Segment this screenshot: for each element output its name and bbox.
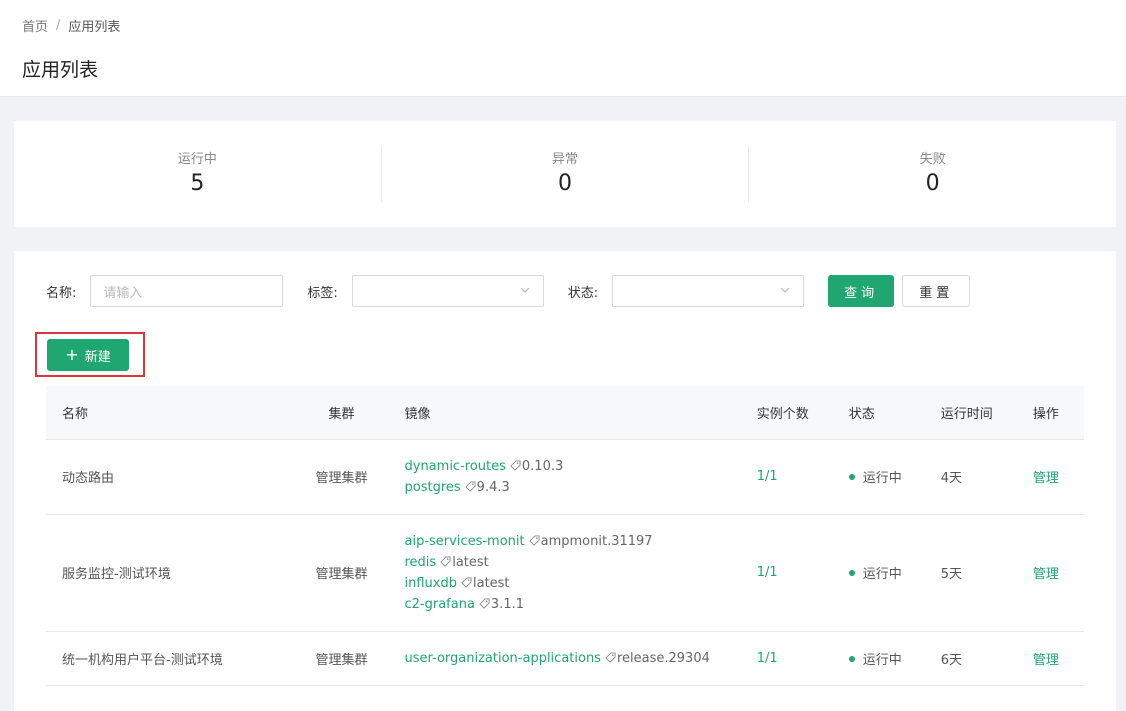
table-header-row: 名称 集群 镜像 实例个数 状态 运行时间 操作 — [46, 386, 1084, 440]
status-text: 运行中 — [862, 652, 902, 668]
tag-filter-select[interactable] — [351, 275, 544, 307]
app-cluster: 管理集群 — [297, 631, 386, 686]
app-table: 名称 集群 镜像 实例个数 状态 运行时间 操作 动态路由 管理集群 dynam… — [46, 386, 1084, 686]
app-images: dynamic-routes 0.10.3 postgres 9.4.3 — [385, 439, 757, 515]
app-status: 运行中 — [848, 514, 941, 632]
col-status-header: 状态 — [848, 386, 941, 440]
chevron-down-icon — [780, 287, 790, 293]
app-status: 运行中 — [848, 439, 941, 515]
image-link[interactable]: c2-grafana — [405, 597, 475, 612]
image-link[interactable]: influxdb — [405, 576, 457, 591]
instance-count[interactable]: 1/1 — [757, 651, 778, 666]
stat-value: 0 — [558, 171, 572, 196]
tag-icon — [440, 555, 451, 567]
status-dot — [848, 474, 855, 480]
app-cluster: 管理集群 — [297, 439, 386, 515]
status-text: 运行中 — [862, 471, 902, 486]
breadcrumb: 首页 / 应用列表 — [22, 15, 1104, 35]
breadcrumb-home[interactable]: 首页 — [22, 16, 48, 35]
stat-abnormal: 异常 0 — [380, 146, 749, 202]
col-cluster-header: 集群 — [297, 386, 386, 440]
status-text: 运行中 — [862, 567, 902, 582]
image-tag: latest — [452, 554, 489, 570]
image-tag: 3.1.1 — [490, 596, 524, 612]
app-cluster: 管理集群 — [297, 514, 386, 632]
new-button-label: 新建 — [84, 349, 111, 365]
app-uptime: 6天 — [940, 631, 1033, 686]
new-button-highlight: + 新建 — [35, 332, 145, 377]
status-dot — [848, 655, 855, 662]
app-uptime: 5天 — [940, 514, 1033, 632]
stat-failed: 失败 0 — [748, 146, 1116, 202]
stat-label: 运行中 — [177, 152, 217, 167]
stat-running: 运行中 5 — [14, 146, 381, 202]
name-filter-input[interactable]: 请输入 — [90, 275, 284, 307]
page-title: 应用列表 — [22, 59, 99, 81]
image-link[interactable]: postgres — [405, 480, 461, 495]
tag-icon — [479, 597, 490, 609]
tag-icon — [510, 459, 521, 471]
image-tag: ampmonit.31197 — [540, 533, 653, 549]
app-images: user-organization-applications release.29… — [385, 631, 757, 686]
app-list-card: 名称: 请输入 标签: 状态: 查询 重置 + 新建 名称 集群 镜像 实例个数 — [14, 251, 1116, 711]
col-name-header: 名称 — [46, 386, 298, 440]
instance-count[interactable]: 1/1 — [757, 469, 778, 484]
col-uptime-header: 运行时间 — [940, 386, 1033, 440]
chevron-down-icon — [520, 287, 530, 293]
app-name: 统一机构用户平台-测试环境 — [46, 631, 298, 686]
col-instances-header: 实例个数 — [756, 386, 849, 440]
stat-label: 失败 — [919, 152, 946, 167]
tag-icon — [461, 576, 472, 588]
tag-icon — [464, 480, 476, 492]
image-link[interactable]: dynamic-routes — [405, 459, 506, 474]
reset-button[interactable]: 重置 — [902, 275, 971, 307]
status-dot — [848, 570, 855, 576]
app-uptime: 4天 — [940, 439, 1033, 515]
manage-link[interactable]: 管理 — [1033, 471, 1059, 486]
filter-bar: 名称: 请输入 标签: 状态: 查询 重置 — [46, 275, 971, 307]
plus-icon: + — [65, 345, 79, 364]
status-filter-select[interactable] — [612, 275, 805, 307]
image-link[interactable]: redis — [405, 555, 437, 570]
app-name: 服务监控-测试环境 — [46, 514, 298, 632]
app-status: 运行中 — [848, 631, 941, 686]
stats-card: 运行中 5 异常 0 失败 0 — [14, 121, 1116, 227]
table-row: 动态路由 管理集群 dynamic-routes 0.10.3 postgres 9… — [46, 439, 1084, 515]
image-link[interactable]: aip-services-monit — [405, 534, 525, 549]
instance-count[interactable]: 1/1 — [757, 565, 778, 580]
col-image-header: 镜像 — [385, 386, 757, 440]
image-tag: 9.4.3 — [476, 479, 510, 495]
app-images: aip-services-monit ampmonit.31197 redis la… — [385, 514, 757, 632]
image-tag: 0.10.3 — [521, 458, 564, 474]
manage-link[interactable]: 管理 — [1033, 653, 1059, 668]
image-tag: release.29304 — [616, 650, 710, 666]
col-action-header: 操作 — [1032, 386, 1084, 440]
manage-link[interactable]: 管理 — [1033, 567, 1059, 582]
table-row: 统一机构用户平台-测试环境 管理集群 user-organization-app… — [46, 631, 1084, 686]
table-row: 服务监控-测试环境 管理集群 aip-services-monit ampmoni… — [46, 514, 1084, 632]
stat-label: 异常 — [552, 152, 579, 167]
name-filter-label: 名称: — [46, 285, 77, 301]
breadcrumb-current: 应用列表 — [68, 19, 121, 35]
status-filter-label: 状态: — [567, 285, 599, 301]
stat-value: 5 — [190, 171, 205, 196]
image-link[interactable]: user-organization-applications — [405, 651, 601, 666]
query-button[interactable]: 查询 — [828, 275, 895, 307]
image-tag: latest — [472, 575, 510, 591]
stat-value: 0 — [925, 171, 940, 196]
tag-filter-label: 标签: — [307, 285, 338, 301]
new-button[interactable]: + 新建 — [47, 339, 129, 371]
breadcrumb-separator: / — [56, 17, 61, 33]
tag-icon — [528, 534, 540, 546]
tag-icon — [605, 651, 616, 663]
app-name: 动态路由 — [46, 439, 298, 515]
page-header: 首页 / 应用列表 应用列表 — [0, 0, 1126, 97]
